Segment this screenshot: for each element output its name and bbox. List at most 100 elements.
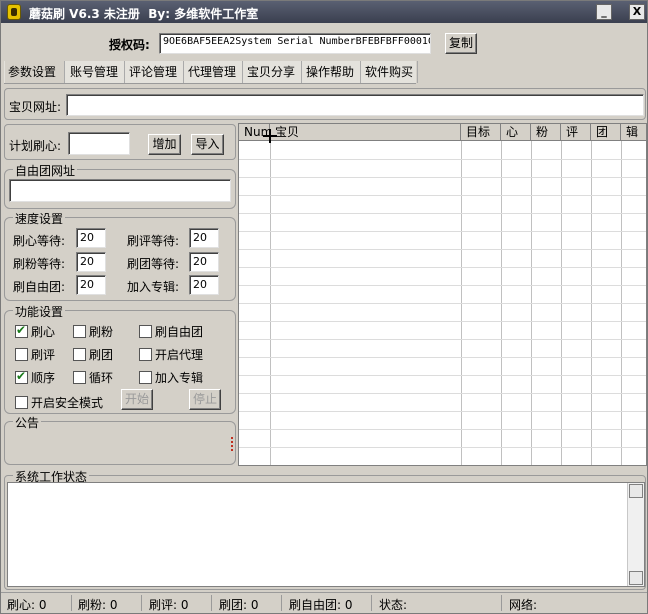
speed-input[interactable]: 20 bbox=[76, 252, 106, 272]
task-table[interactable]: Num 宝贝 目标 心 粉 评 团 辑 bbox=[238, 123, 647, 466]
checkbox-box bbox=[73, 348, 86, 361]
stat-reviews: 刷评: 0 bbox=[149, 598, 189, 612]
stat-groups: 刷团: 0 bbox=[219, 598, 259, 612]
tab-proxy[interactable]: 代理管理 bbox=[185, 61, 243, 83]
checkbox-box bbox=[73, 371, 86, 384]
status-separator bbox=[141, 595, 142, 611]
checkbox-ziyoutuan[interactable]: 刷自由团 bbox=[139, 323, 203, 340]
checkbox-shuaxin[interactable]: 刷心 bbox=[15, 323, 55, 340]
copy-button[interactable]: 复制 bbox=[445, 33, 477, 54]
scroll-down-button[interactable] bbox=[629, 571, 643, 585]
column-header[interactable]: 评 bbox=[561, 124, 591, 141]
license-code-field[interactable]: 9OE6BAF5EEA2System Serial NumberBFEBFBFF… bbox=[159, 33, 431, 54]
grid-row-line bbox=[239, 321, 646, 322]
tab-share[interactable]: 宝贝分享 bbox=[244, 61, 302, 83]
checkbox-album[interactable]: 加入专辑 bbox=[139, 369, 203, 386]
speed-label: 加入专辑: bbox=[127, 280, 180, 294]
checkbox-label: 开启代理 bbox=[155, 348, 204, 362]
checkbox-proxy[interactable]: 开启代理 bbox=[139, 346, 203, 363]
status-separator bbox=[501, 595, 502, 611]
speed-settings-title: 速度设置 bbox=[13, 210, 66, 227]
checkbox-box bbox=[139, 371, 152, 384]
checkbox-label: 开启安全模式 bbox=[31, 396, 104, 410]
grid-row-line bbox=[239, 285, 646, 286]
status-separator bbox=[281, 595, 282, 611]
checkbox-label: 刷团 bbox=[89, 348, 114, 362]
checkbox-box bbox=[139, 325, 152, 338]
scroll-up-button[interactable] bbox=[629, 484, 643, 498]
speed-input[interactable]: 20 bbox=[189, 252, 219, 272]
status-separator bbox=[211, 595, 212, 611]
checkbox-shuafen[interactable]: 刷粉 bbox=[73, 323, 113, 340]
grid-row-line bbox=[239, 213, 646, 214]
speed-input[interactable]: 20 bbox=[76, 275, 106, 295]
grid-row-line bbox=[239, 177, 646, 178]
grid-row-line bbox=[239, 357, 646, 358]
status-bar: 刷心: 0 刷粉: 0 刷评: 0 刷团: 0 刷自由团: 0 状态: 网络: bbox=[1, 592, 647, 613]
window-title: 蘑菇刷 V6.3 未注册 By: 多维软件工作室 bbox=[29, 7, 259, 21]
start-button[interactable]: 开始 bbox=[121, 389, 153, 410]
checkbox-box bbox=[15, 323, 28, 338]
item-url-label: 宝贝网址: bbox=[9, 100, 62, 114]
tab-comments[interactable]: 评论管理 bbox=[126, 61, 184, 83]
checkbox-label: 刷评 bbox=[31, 348, 56, 362]
checkbox-shuatuan[interactable]: 刷团 bbox=[73, 346, 113, 363]
column-header[interactable]: 辑 bbox=[621, 124, 646, 141]
speed-label: 刷自由团: bbox=[13, 280, 66, 294]
checkbox-box bbox=[15, 348, 28, 361]
minimize-button[interactable]: _ bbox=[596, 4, 612, 20]
work-status-log[interactable] bbox=[7, 482, 645, 587]
checkbox-label: 刷粉 bbox=[89, 325, 114, 339]
add-button[interactable]: 增加 bbox=[148, 134, 181, 155]
speed-input[interactable]: 20 bbox=[189, 275, 219, 295]
checkbox-box bbox=[73, 325, 86, 338]
column-header[interactable]: 目标 bbox=[461, 124, 501, 141]
grid-row-line bbox=[239, 447, 646, 448]
checkbox-label: 顺序 bbox=[31, 371, 56, 385]
checkbox-label: 刷心 bbox=[31, 325, 56, 339]
grid-row-line bbox=[239, 375, 646, 376]
grid-row-line bbox=[239, 393, 646, 394]
speed-label: 刷粉等待: bbox=[13, 257, 66, 271]
log-scrollbar[interactable] bbox=[627, 483, 644, 586]
checkbox-box bbox=[139, 348, 152, 361]
column-header[interactable]: 宝贝 bbox=[270, 124, 461, 141]
column-header[interactable]: 心 bbox=[501, 124, 531, 141]
grid-row-line bbox=[239, 429, 646, 430]
function-settings-title: 功能设置 bbox=[13, 303, 66, 320]
speed-label: 刷团等待: bbox=[127, 257, 180, 271]
stat-state: 状态: bbox=[379, 598, 408, 612]
group-url-title: 自由团网址 bbox=[13, 162, 78, 179]
group-url-input[interactable] bbox=[9, 179, 231, 202]
checkbox-shuaping[interactable]: 刷评 bbox=[15, 346, 55, 363]
tab-params[interactable]: 参数设置 bbox=[5, 61, 65, 83]
speed-label: 刷评等待: bbox=[127, 234, 180, 248]
grid-row-line bbox=[239, 339, 646, 340]
stat-hearts: 刷心: 0 bbox=[7, 598, 47, 612]
speed-input[interactable]: 20 bbox=[189, 228, 219, 248]
close-button[interactable]: X bbox=[629, 4, 645, 20]
checkbox-safe-mode[interactable]: 开启安全模式 bbox=[15, 394, 103, 411]
column-header[interactable]: 团 bbox=[591, 124, 621, 141]
checkbox-loop[interactable]: 循环 bbox=[73, 369, 113, 386]
status-separator bbox=[371, 595, 372, 611]
checkbox-sequential[interactable]: 顺序 bbox=[15, 369, 55, 386]
item-url-input[interactable] bbox=[66, 94, 644, 116]
column-header[interactable]: 粉 bbox=[531, 124, 561, 141]
status-separator bbox=[71, 595, 72, 611]
tab-purchase[interactable]: 软件购买 bbox=[362, 61, 418, 83]
main-window: 蘑菇刷 V6.3 未注册 By: 多维软件工作室 _ X 授权码: 9OE6BA… bbox=[0, 0, 648, 614]
grid-row-line bbox=[239, 159, 646, 160]
plan-count-input[interactable] bbox=[68, 132, 130, 155]
checkbox-label: 加入专辑 bbox=[155, 371, 204, 385]
checkbox-box bbox=[15, 396, 28, 409]
stop-button[interactable]: 停止 bbox=[189, 389, 221, 410]
import-button[interactable]: 导入 bbox=[191, 134, 224, 155]
tab-accounts[interactable]: 账号管理 bbox=[67, 61, 125, 83]
title-bar[interactable]: 蘑菇刷 V6.3 未注册 By: 多维软件工作室 _ X bbox=[1, 1, 647, 23]
grid-row-line bbox=[239, 267, 646, 268]
speed-input[interactable]: 20 bbox=[76, 228, 106, 248]
grid-row-line bbox=[239, 195, 646, 196]
tab-help[interactable]: 操作帮助 bbox=[303, 61, 361, 83]
stat-free-groups: 刷自由团: 0 bbox=[289, 598, 353, 612]
